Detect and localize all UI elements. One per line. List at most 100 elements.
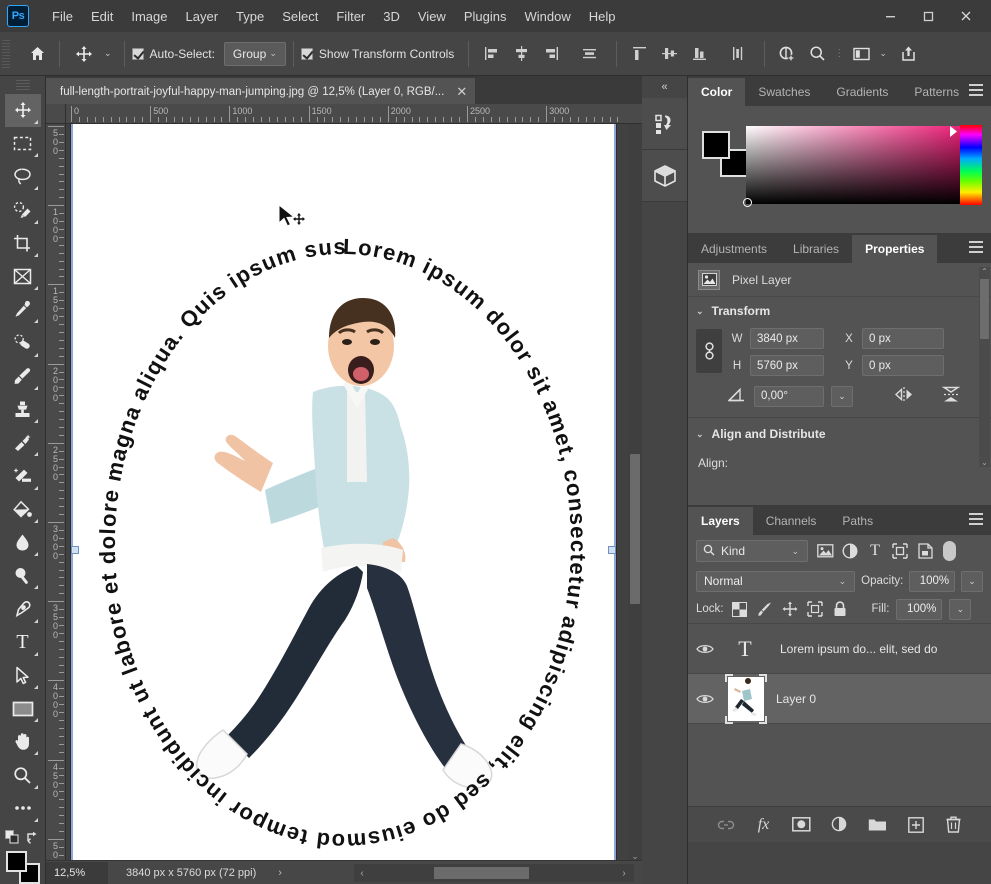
align-top-edges-icon[interactable]: [624, 39, 654, 69]
path-selection-tool[interactable]: [5, 659, 41, 692]
minimize-button[interactable]: [871, 3, 909, 29]
link-layers-icon[interactable]: [716, 815, 736, 835]
color-panel-menu-icon[interactable]: [969, 84, 983, 96]
scroll-right-icon[interactable]: ›: [616, 868, 632, 879]
move-tool-icon[interactable]: [69, 39, 99, 69]
fill-chevron-down-icon[interactable]: ⌄: [949, 598, 972, 620]
distribute-vertical-icon[interactable]: [722, 39, 752, 69]
distribute-horizontal-icon[interactable]: [574, 39, 604, 69]
menu-item-layer[interactable]: Layer: [177, 4, 228, 29]
blur-tool[interactable]: [5, 526, 41, 559]
y-input[interactable]: 0 px: [862, 355, 944, 376]
close-button[interactable]: [947, 3, 985, 29]
color-panel-swatches[interactable]: [702, 131, 748, 177]
color-picker-marker[interactable]: [743, 198, 752, 207]
zoom-level-field[interactable]: 12,5%: [46, 861, 108, 884]
eraser-tool[interactable]: [5, 459, 41, 492]
tab-channels[interactable]: Channels: [753, 507, 830, 535]
canvas-vertical-scroll-thumb[interactable]: [630, 454, 640, 604]
menu-item-help[interactable]: Help: [580, 4, 625, 29]
menu-item-image[interactable]: Image: [122, 4, 176, 29]
layer-thumbnail[interactable]: [725, 673, 767, 724]
new-fill-adjustment-layer-icon[interactable]: [830, 815, 850, 835]
options-bar-grip[interactable]: [2, 39, 10, 68]
angle-input[interactable]: 0,00°: [754, 385, 824, 407]
align-right-edges-icon[interactable]: [536, 39, 566, 69]
show-transform-controls-checkbox[interactable]: Show Transform Controls: [300, 47, 454, 61]
scroll-down-icon[interactable]: ⌄: [979, 458, 990, 467]
home-icon[interactable]: [22, 39, 52, 69]
menu-item-type[interactable]: Type: [227, 4, 273, 29]
transform-handle-left[interactable]: [71, 546, 79, 554]
workspace-chevron-down-icon[interactable]: ⌄: [876, 48, 890, 59]
swap-colors-icon[interactable]: [26, 830, 40, 847]
add-layer-mask-icon[interactable]: [792, 815, 812, 835]
color-picker-field[interactable]: [743, 126, 982, 207]
properties-scroll-thumb[interactable]: [980, 279, 989, 339]
color-panel-foreground-swatch[interactable]: [702, 131, 730, 159]
align-bottom-edges-icon[interactable]: [684, 39, 714, 69]
tools-panel-grip[interactable]: [15, 80, 30, 90]
history-brush-tool[interactable]: [5, 426, 41, 459]
align-distribute-section-header[interactable]: ⌄ Align and Distribute: [688, 420, 991, 448]
lock-position-icon[interactable]: [781, 600, 799, 618]
document-tab[interactable]: full-length-portrait-joyful-happy-man-ju…: [46, 78, 476, 104]
menu-item-3d[interactable]: 3D: [374, 4, 409, 29]
workspace-icon[interactable]: [846, 39, 876, 69]
gradient-tool[interactable]: [5, 493, 41, 526]
lock-image-pixels-icon[interactable]: [756, 600, 774, 618]
canvas-horizontal-scrollbar[interactable]: ‹ ›: [354, 864, 634, 882]
delete-layer-icon[interactable]: [944, 815, 964, 835]
align-horizontal-centers-icon[interactable]: [506, 39, 536, 69]
properties-panel-menu-icon[interactable]: [969, 241, 983, 253]
filter-smart-object-icon[interactable]: [914, 540, 936, 562]
color-swatches[interactable]: [5, 850, 40, 884]
lasso-tool[interactable]: [5, 160, 41, 193]
lock-artboard-nesting-icon[interactable]: [806, 600, 824, 618]
canvas-vertical-scrollbar[interactable]: ⌄: [628, 124, 642, 864]
tab-patterns[interactable]: Patterns: [901, 78, 972, 106]
menu-item-file[interactable]: File: [43, 4, 82, 29]
layer-filter-kind-dropdown[interactable]: Kind ⌄: [696, 540, 808, 562]
eyedropper-tool[interactable]: [5, 293, 41, 326]
default-colors-icon[interactable]: [5, 829, 19, 847]
tab-color[interactable]: Color: [688, 78, 746, 106]
flip-vertical-icon[interactable]: [941, 385, 961, 407]
object-selection-tool[interactable]: [5, 193, 41, 226]
3d-panel-icon[interactable]: [642, 150, 687, 202]
tab-properties[interactable]: Properties: [852, 235, 938, 263]
auto-select-checkbox[interactable]: Auto-Select:: [131, 47, 215, 61]
flip-horizontal-icon[interactable]: [893, 386, 915, 406]
clone-stamp-tool[interactable]: [5, 393, 41, 426]
collapse-panels-icon[interactable]: «: [642, 76, 687, 98]
transform-section-header[interactable]: ⌄ Transform: [688, 297, 991, 325]
eye-icon[interactable]: [688, 693, 722, 705]
spot-healing-brush-tool[interactable]: [5, 326, 41, 359]
3d-mode-icon[interactable]: [772, 39, 802, 69]
menu-item-edit[interactable]: Edit: [82, 4, 122, 29]
menu-item-plugins[interactable]: Plugins: [455, 4, 516, 29]
layer-0-photo[interactable]: [161, 242, 531, 822]
transform-handle-right[interactable]: [608, 546, 616, 554]
edit-toolbar-button[interactable]: [5, 792, 41, 825]
dodge-tool[interactable]: [5, 559, 41, 592]
new-group-icon[interactable]: [868, 815, 888, 835]
menu-item-window[interactable]: Window: [515, 4, 579, 29]
opacity-input[interactable]: 100%: [909, 570, 956, 592]
frame-tool[interactable]: [5, 260, 41, 293]
zoom-tool[interactable]: [5, 758, 41, 791]
properties-panel-scrollbar[interactable]: ⌃ ⌄: [979, 267, 990, 467]
width-input[interactable]: 3840 px: [750, 328, 824, 349]
horizontal-ruler[interactable]: 0 500 1000 1500 2000 2500 3000: [66, 104, 642, 124]
tool-preset-chevron-down-icon[interactable]: ⌄: [101, 48, 115, 59]
blend-mode-dropdown[interactable]: Normal ⌄: [696, 570, 856, 592]
link-aspect-ratio-icon[interactable]: [696, 329, 722, 373]
move-tool[interactable]: [4, 93, 41, 127]
tab-swatches[interactable]: Swatches: [745, 78, 823, 106]
tab-adjustments[interactable]: Adjustments: [688, 235, 780, 263]
search-icon[interactable]: [802, 39, 832, 69]
menu-item-select[interactable]: Select: [273, 4, 327, 29]
foreground-color-swatch[interactable]: [5, 850, 27, 872]
crop-tool[interactable]: [5, 227, 41, 260]
layers-panel-menu-icon[interactable]: [969, 513, 983, 525]
